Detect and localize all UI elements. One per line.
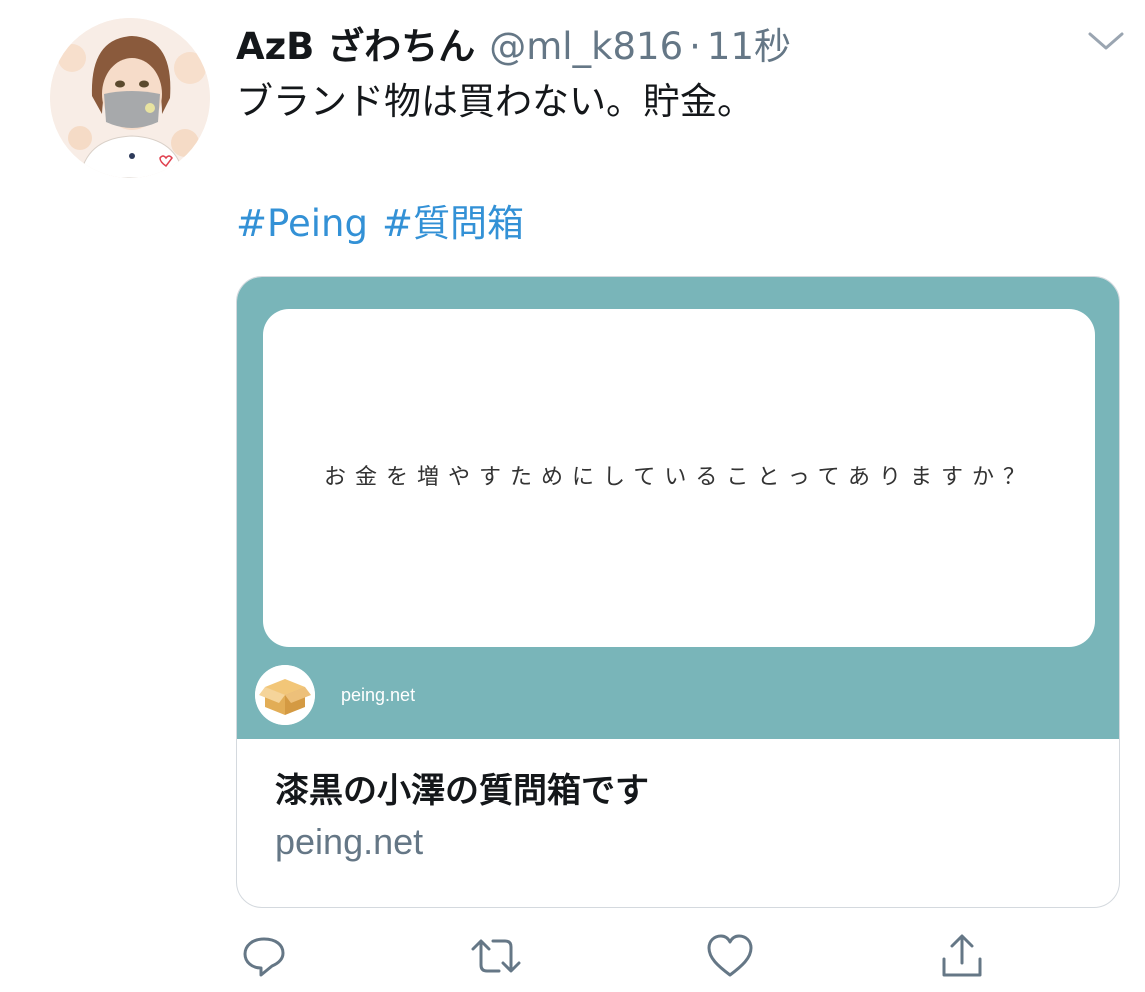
card-image: お金を増やすためにしていることってありますか？ peing.net — [237, 277, 1119, 739]
display-name[interactable]: AzB ざわちん — [236, 16, 475, 70]
link-card[interactable]: お金を増やすためにしていることってありますか？ peing.net 漆黒の小澤の… — [236, 276, 1120, 908]
share-icon — [937, 931, 987, 985]
box-logo-icon — [255, 665, 315, 725]
card-title[interactable]: 漆黒の小澤の質問箱です — [275, 763, 649, 812]
user-handle[interactable]: @ml_k816 — [489, 25, 683, 68]
like-button[interactable] — [702, 930, 758, 986]
reply-icon — [239, 931, 289, 985]
question-text: お金を増やすためにしていることってありますか？ — [324, 465, 1034, 490]
reply-button[interactable] — [236, 930, 292, 986]
chevron-down-icon[interactable] — [1086, 28, 1126, 54]
question-box: お金を増やすためにしていることってありますか？ — [263, 309, 1095, 647]
heart-icon — [704, 931, 756, 985]
hashtag-list: #Peing #質問箱 — [236, 194, 538, 254]
timestamp[interactable]: 11秒 — [707, 16, 791, 70]
hashtag-link[interactable]: #Peing — [236, 194, 368, 254]
tweet-header: AzB ざわちん @ml_k816 · 11秒 — [236, 16, 791, 68]
avatar[interactable] — [50, 18, 210, 178]
card-source-domain: peing.net — [341, 684, 416, 705]
retweet-button[interactable] — [468, 930, 524, 986]
share-button[interactable] — [934, 930, 990, 986]
card-domain: peing.net — [275, 821, 424, 862]
card-source: peing.net — [255, 665, 415, 725]
tweet-text: ブランド物は買わない。貯金。 — [236, 80, 754, 123]
tweet-actions — [0, 930, 1145, 986]
retweet-icon — [469, 931, 523, 985]
separator-dot: · — [689, 25, 701, 68]
hashtag-link[interactable]: #質問箱 — [382, 194, 524, 254]
